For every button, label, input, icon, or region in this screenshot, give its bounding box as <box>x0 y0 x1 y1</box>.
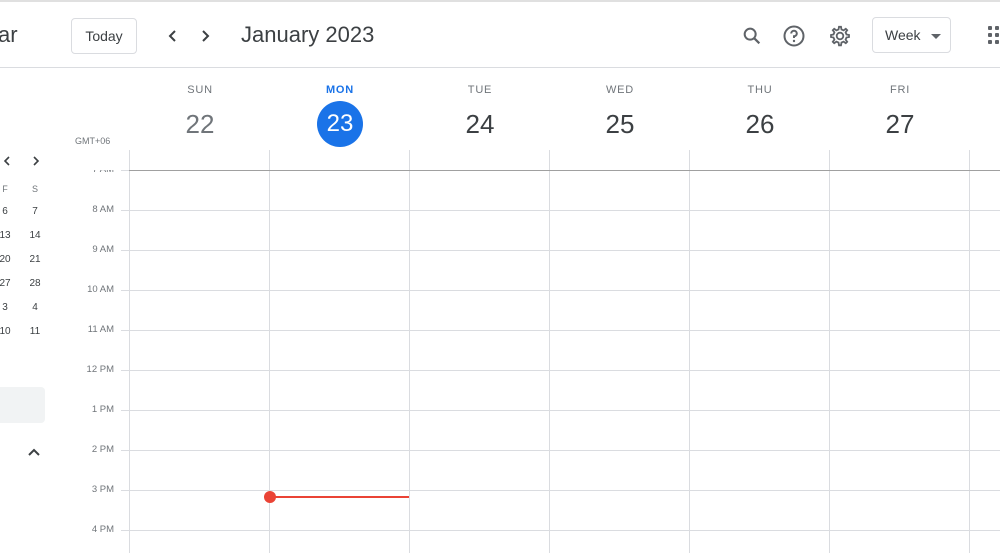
apps-grid-dot <box>988 40 992 44</box>
mini-calendar-day[interactable]: 14 <box>23 230 47 241</box>
hour-tick <box>121 290 129 291</box>
hour-tick <box>121 250 129 251</box>
time-label: 3 PM <box>91 484 114 495</box>
day-number[interactable]: 25 <box>550 101 690 147</box>
hour-line <box>129 530 1000 531</box>
mini-calendar-weekday: F <box>2 184 8 194</box>
current-month-title: January 2023 <box>241 22 375 47</box>
hour-line <box>129 450 1000 451</box>
time-label: 2 PM <box>91 444 114 455</box>
chevron-left-icon <box>168 30 176 42</box>
mini-calendar-day[interactable]: 4 <box>23 302 47 313</box>
week-grid[interactable] <box>129 150 1000 553</box>
dropdown-caret-icon <box>931 34 941 39</box>
timezone-label: GMT+06 <box>75 136 111 146</box>
mini-calendar-next-button[interactable] <box>27 152 45 170</box>
mini-calendar-day[interactable]: 3 <box>0 302 17 313</box>
apps-grid-icon <box>988 26 992 30</box>
collapse-section-button[interactable] <box>22 440 46 464</box>
time-label: 9 AM <box>92 244 114 255</box>
day-name: THU <box>747 84 773 96</box>
hour-line <box>129 250 1000 251</box>
all-day-divider <box>129 170 1000 171</box>
hour-line <box>129 330 1000 331</box>
day-name: SUN <box>187 84 213 96</box>
chevron-left-icon <box>3 156 10 166</box>
day-header-thu[interactable]: THU 26 <box>690 70 830 147</box>
day-header-sun[interactable]: SUN 22 <box>130 70 270 147</box>
view-selector[interactable]: Week <box>872 17 951 53</box>
help-button[interactable] <box>776 18 812 54</box>
day-header-wed[interactable]: WED 25 <box>550 70 690 147</box>
mini-calendar-day[interactable]: 27 <box>0 278 17 289</box>
hour-tick <box>121 330 129 331</box>
apps-grid-dot <box>988 33 992 37</box>
hour-line <box>129 410 1000 411</box>
apps-button[interactable] <box>986 24 1000 48</box>
hour-line <box>129 210 1000 211</box>
time-label: 8 AM <box>92 204 114 215</box>
mini-calendar-prev-button[interactable] <box>0 152 16 170</box>
apps-grid-dot <box>995 26 999 30</box>
hour-tick <box>121 210 129 211</box>
previous-week-button[interactable] <box>157 20 189 52</box>
chevron-right-icon <box>33 156 40 166</box>
day-header-tue[interactable]: TUE 24 <box>410 70 550 147</box>
apps-grid-dot <box>995 40 999 44</box>
next-week-button[interactable] <box>189 20 221 52</box>
today-button[interactable]: Today <box>71 18 137 54</box>
gear-icon <box>830 25 850 47</box>
day-number[interactable]: 27 <box>830 101 970 147</box>
search-button[interactable] <box>734 18 770 54</box>
time-label: 7 AM <box>92 164 114 175</box>
hour-tick <box>121 530 129 531</box>
mini-calendar-day[interactable]: 21 <box>23 254 47 265</box>
hour-line <box>129 290 1000 291</box>
hour-tick <box>121 490 129 491</box>
day-header-mon[interactable]: MON 23 <box>270 70 410 147</box>
chevron-up-icon <box>28 448 40 456</box>
day-number[interactable]: 23 <box>317 101 363 147</box>
time-label: 10 AM <box>87 284 114 295</box>
day-name: TUE <box>467 84 493 96</box>
time-label: 11 AM <box>87 324 114 335</box>
day-name: WED <box>605 84 635 96</box>
top-header: ar Today January 2023 Week <box>0 2 1000 68</box>
mini-calendar-day[interactable]: 6 <box>0 206 17 217</box>
current-time-dot <box>264 491 276 503</box>
day-name: FRI <box>889 84 911 96</box>
apps-grid-dot <box>995 33 999 37</box>
day-header-fri[interactable]: FRI 27 <box>830 70 970 147</box>
day-number[interactable]: 22 <box>130 101 270 147</box>
app-title: ar <box>0 22 18 47</box>
mini-calendar-day[interactable]: 7 <box>23 206 47 217</box>
mini-calendar-day[interactable]: 28 <box>23 278 47 289</box>
time-label: 1 PM <box>91 404 114 415</box>
day-number[interactable]: 24 <box>410 101 550 147</box>
mini-calendar-day[interactable]: 11 <box>23 326 47 337</box>
sidebar-selected-item[interactable] <box>0 387 45 423</box>
view-selector-value: Week <box>885 27 921 43</box>
hour-tick <box>121 450 129 451</box>
current-time-line <box>270 496 409 498</box>
chevron-right-icon <box>202 30 210 42</box>
mini-calendar-day[interactable]: 13 <box>0 230 17 241</box>
day-number[interactable]: 26 <box>690 101 830 147</box>
settings-button[interactable] <box>822 18 858 54</box>
mini-calendar-day[interactable]: 10 <box>0 326 17 337</box>
hour-line <box>129 370 1000 371</box>
day-name: MON <box>325 84 355 96</box>
search-icon <box>743 27 761 45</box>
time-label: 12 PM <box>86 364 114 375</box>
hour-tick <box>121 410 129 411</box>
hour-tick <box>121 370 129 371</box>
help-icon <box>783 25 805 47</box>
time-label: 4 PM <box>91 524 114 535</box>
hour-tick <box>121 170 129 171</box>
hour-line <box>129 490 1000 491</box>
mini-calendar-day[interactable]: 20 <box>0 254 17 265</box>
mini-calendar-weekday: S <box>31 184 38 194</box>
